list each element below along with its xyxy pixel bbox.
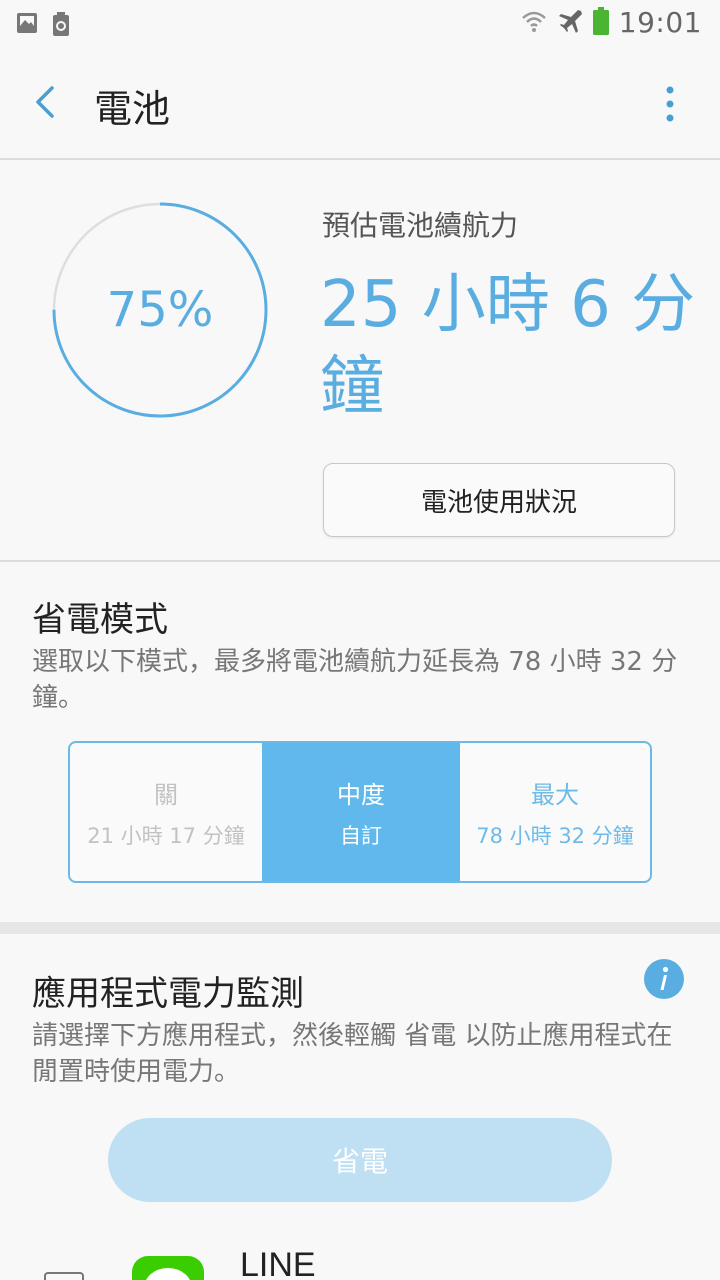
more-options-button[interactable] xyxy=(662,84,678,124)
power-saving-description: 選取以下模式，最多將電池續航力延長為 78 小時 32 分鐘。 xyxy=(32,647,678,713)
section-divider xyxy=(0,560,720,562)
app-monitor-description: 請選擇下方應用程式，然後輕觸 省電 以防止應用程式在閒置時使用電力。 xyxy=(32,1021,673,1087)
page-title: 電池 xyxy=(94,87,171,131)
more-vertical-icon xyxy=(666,86,674,122)
section-separator xyxy=(0,922,720,934)
info-button[interactable] xyxy=(644,959,684,999)
app-name: LINE xyxy=(240,1246,316,1280)
power-saving-title: 省電模式 xyxy=(32,600,168,640)
mode-detail: 自訂 xyxy=(340,823,382,848)
battery-icon xyxy=(592,6,609,39)
battery-saver-icon xyxy=(52,12,70,40)
app-bar: 電池 xyxy=(0,48,720,158)
status-time: 19:01 xyxy=(618,6,702,39)
estimate-label: 預估電池續航力 xyxy=(322,209,519,242)
mode-name: 最大 xyxy=(531,780,579,809)
power-save-button[interactable]: 省電 xyxy=(108,1118,612,1202)
mode-detail: 21 小時 17 分鐘 xyxy=(87,823,245,848)
battery-percent: 75% xyxy=(106,282,214,338)
info-icon xyxy=(644,959,684,999)
wifi-icon xyxy=(521,8,547,38)
mode-name: 中度 xyxy=(337,780,385,809)
mode-medium[interactable]: 中度 自訂 xyxy=(262,743,460,881)
battery-level-ring: 75% xyxy=(50,200,270,420)
mode-name: 關 xyxy=(154,780,178,809)
gallery-icon xyxy=(16,12,38,40)
line-app-icon xyxy=(132,1256,204,1280)
chevron-left-icon xyxy=(36,86,54,118)
mode-max[interactable]: 最大 78 小時 32 分鐘 xyxy=(460,743,650,881)
mode-off[interactable]: 關 21 小時 17 分鐘 xyxy=(70,743,262,881)
status-bar: 19:01 xyxy=(0,0,720,48)
battery-usage-button[interactable]: 電池使用狀況 xyxy=(323,463,675,537)
mode-detail: 78 小時 32 分鐘 xyxy=(476,823,634,848)
airplane-icon xyxy=(557,8,583,38)
back-button[interactable] xyxy=(28,82,68,122)
estimate-value: 25 小時 6 分鐘 xyxy=(320,268,696,424)
app-checkbox[interactable] xyxy=(44,1272,84,1280)
power-mode-selector: 關 21 小時 17 分鐘 中度 自訂 最大 78 小時 32 分鐘 xyxy=(68,741,652,883)
header-divider xyxy=(0,158,720,160)
app-monitor-title: 應用程式電力監測 xyxy=(32,974,304,1014)
